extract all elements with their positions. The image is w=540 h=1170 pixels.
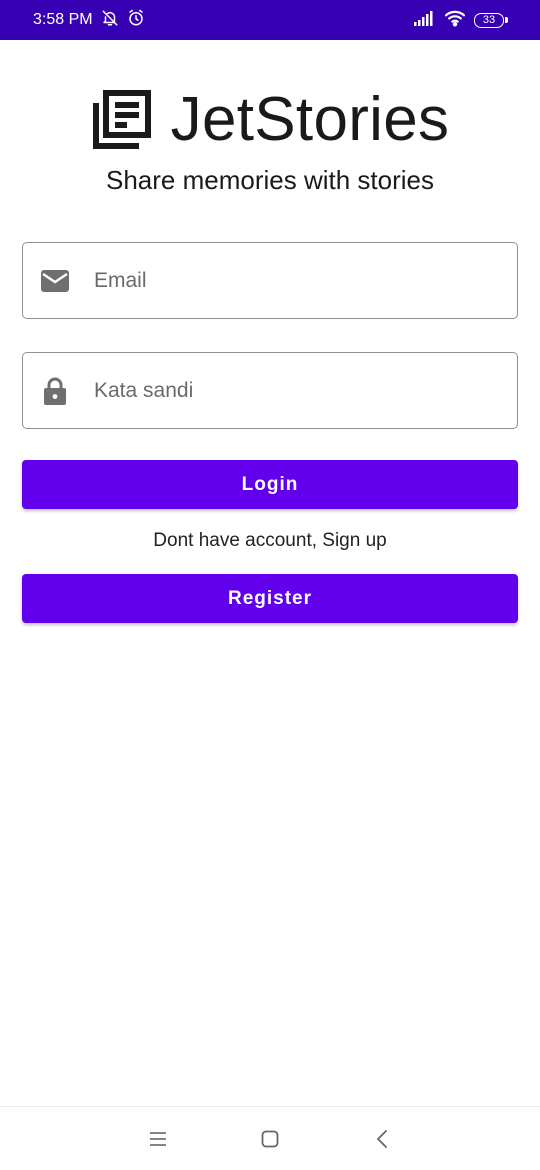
password-field[interactable] bbox=[22, 352, 518, 429]
signal-icon bbox=[414, 10, 436, 31]
email-input[interactable] bbox=[94, 268, 474, 293]
app-brand: JetStories bbox=[0, 84, 540, 155]
battery-icon: 33 bbox=[474, 12, 508, 28]
status-bar: 3:58 PM 33 bbox=[0, 0, 540, 40]
password-input[interactable] bbox=[94, 378, 474, 403]
lock-icon bbox=[40, 376, 70, 406]
mail-icon bbox=[40, 266, 70, 296]
status-right: 33 bbox=[414, 9, 508, 32]
home-icon[interactable] bbox=[214, 1119, 326, 1159]
status-time: 3:58 PM bbox=[33, 11, 93, 28]
menu-icon[interactable] bbox=[102, 1119, 214, 1159]
battery-level: 33 bbox=[474, 12, 504, 28]
wifi-icon bbox=[444, 9, 466, 32]
notifications-off-icon bbox=[101, 9, 119, 32]
alarm-icon bbox=[127, 9, 145, 32]
battery-tip bbox=[505, 17, 508, 23]
system-nav-bar bbox=[0, 1106, 540, 1170]
register-button[interactable]: Register bbox=[22, 574, 518, 623]
email-field[interactable] bbox=[22, 242, 518, 319]
app-tagline: Share memories with stories bbox=[106, 165, 434, 195]
back-icon[interactable] bbox=[326, 1119, 438, 1159]
login-button[interactable]: Login bbox=[22, 460, 518, 509]
app-title: JetStories bbox=[170, 85, 450, 154]
status-left: 3:58 PM bbox=[33, 9, 145, 32]
newspaper-icon bbox=[91, 89, 153, 151]
signup-prompt: Dont have account, Sign up bbox=[153, 530, 387, 551]
